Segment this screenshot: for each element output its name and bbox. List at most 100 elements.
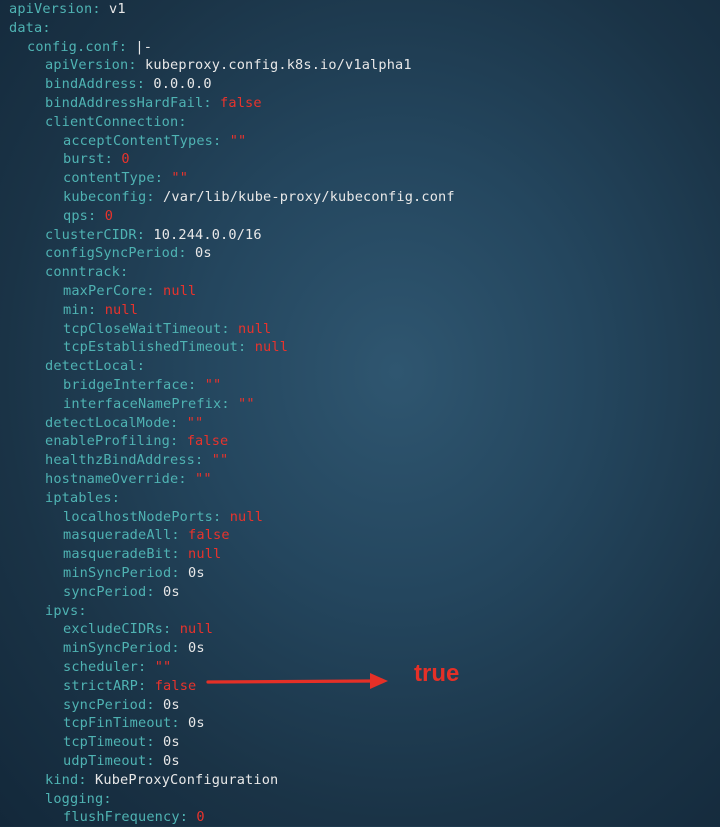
annotation-text: true — [414, 660, 460, 687]
annotation-arrow — [206, 670, 396, 694]
yaml-value: 0 — [196, 809, 205, 826]
yaml-key: interfaceNamePrefix — [63, 395, 222, 412]
yaml-colon: : — [163, 621, 172, 638]
yaml-value: false — [220, 95, 262, 111]
yaml-value: kubeproxy.config.k8s.io/v1alpha1 — [145, 57, 412, 74]
yaml-key: configSyncPeriod — [45, 245, 179, 262]
yaml-value: "" — [204, 377, 222, 393]
terminal-output: apiVersion: v1 data: config.conf: |- apiVer… — [0, 0, 720, 826]
yaml-line: kind: KubeProxyConfiguration — [45, 771, 278, 790]
yaml-colon: : — [138, 659, 147, 675]
yaml-line: iptables: — [45, 489, 120, 508]
yaml-value: false — [186, 433, 229, 450]
yaml-line: ipvs: — [45, 602, 87, 621]
yaml-colon: : — [136, 226, 146, 243]
yaml-colon: : — [195, 452, 204, 469]
yaml-line: qps: 0 — [63, 207, 113, 226]
yaml-key: conntrack — [45, 264, 121, 281]
yaml-value: "" — [229, 132, 247, 149]
yaml-colon: : — [171, 546, 180, 563]
yaml-key: syncPeriod — [63, 696, 147, 713]
yaml-key: scheduler — [63, 659, 139, 675]
yaml-colon: : — [170, 433, 179, 450]
yaml-key: excludeCIDRs — [63, 621, 164, 638]
yaml-key: flushFrequency — [63, 809, 180, 826]
yaml-line: configSyncPeriod: 0s — [45, 244, 212, 263]
yaml-line: localhostNodePorts: null — [63, 508, 263, 527]
yaml-value: 0s — [163, 734, 180, 751]
yaml-key: data — [9, 19, 43, 36]
yaml-colon: : — [146, 583, 155, 600]
yaml-value: KubeProxyConfiguration — [95, 771, 279, 788]
yaml-line: masqueradeBit: null — [63, 545, 221, 564]
yaml-key: tcpEstablishedTimeout — [63, 339, 239, 356]
yaml-value: "" — [171, 170, 189, 187]
yaml-key: clusterCIDR — [45, 226, 137, 243]
yaml-value: 0s — [188, 715, 205, 732]
yaml-line: syncPeriod: 0s — [63, 583, 180, 602]
yaml-key: bindAddress — [45, 76, 137, 93]
yaml-colon: : — [146, 753, 155, 769]
yaml-colon: : — [120, 264, 129, 281]
yaml-line: interfaceNamePrefix: "" — [63, 395, 255, 414]
yaml-line: scheduler: "" — [63, 658, 171, 677]
yaml-key: logging — [45, 790, 104, 807]
yaml-colon: : — [136, 358, 146, 375]
yaml-line: burst: 0 — [63, 150, 130, 169]
yaml-line: masqueradeAll: false — [63, 526, 230, 545]
yaml-key: syncPeriod — [63, 583, 147, 600]
yaml-value: "" — [186, 414, 204, 431]
yaml-colon: : — [221, 320, 230, 337]
yaml-value: "" — [195, 471, 212, 487]
yaml-key: masqueradeBit — [63, 546, 172, 563]
yaml-key: acceptContentTypes — [63, 132, 214, 149]
yaml-colon: : — [213, 132, 222, 149]
yaml-key: strictARP — [63, 677, 139, 694]
yaml-line: clientConnection: — [45, 113, 187, 132]
yaml-line: detectLocalMode: "" — [45, 414, 203, 433]
yaml-key: masqueradeAll — [63, 527, 172, 544]
yaml-colon: : — [178, 245, 187, 262]
yaml-value: 0s — [195, 245, 212, 262]
yaml-line: acceptContentTypes: "" — [63, 132, 246, 151]
yaml-line: excludeCIDRs: null — [63, 620, 213, 639]
yaml-colon: : — [111, 489, 121, 506]
yaml-colon: : — [104, 151, 114, 168]
yaml-colon: : — [170, 414, 179, 431]
yaml-colon: : — [88, 301, 97, 318]
yaml-key: udpTimeout — [63, 753, 147, 769]
yaml-line: healthzBindAddress: "" — [45, 451, 228, 470]
yaml-colon: : — [78, 602, 87, 619]
yaml-colon: : — [146, 696, 155, 713]
yaml-line: tcpTimeout: 0s — [63, 733, 180, 752]
yaml-value: "" — [154, 659, 172, 675]
yaml-value: "" — [211, 452, 229, 469]
yaml-colon: : — [92, 1, 101, 17]
yaml-line: maxPerCore: null — [63, 282, 196, 301]
yaml-key: kind — [45, 771, 79, 788]
yaml-colon: : — [146, 283, 155, 299]
yaml-line: flushFrequency: 0 — [63, 808, 205, 827]
yaml-value: null — [188, 546, 222, 563]
yaml-colon: : — [88, 207, 97, 224]
yaml-value: |- — [135, 38, 153, 55]
yaml-line: detectLocal: — [45, 357, 145, 376]
yaml-key: minSyncPeriod — [63, 640, 172, 657]
yaml-line: kubeconfig: /var/lib/kube-proxy/kubeconf… — [63, 188, 455, 207]
yaml-value: 10.244.0.0/16 — [153, 226, 262, 243]
yaml-line: data: — [9, 19, 51, 38]
yaml-colon: : — [154, 170, 164, 187]
yaml-line: minSyncPeriod: 0s — [63, 564, 205, 583]
yaml-value: null — [229, 508, 264, 525]
yaml-key: bridgeInterface — [63, 377, 189, 393]
yaml-key: bindAddressHardFail — [45, 95, 204, 111]
yaml-value: 0s — [163, 583, 180, 600]
yaml-colon: : — [178, 471, 187, 487]
yaml-colon: : — [146, 734, 155, 751]
yaml-colon: : — [188, 377, 197, 393]
yaml-colon: : — [171, 527, 180, 544]
yaml-key: min — [63, 301, 89, 318]
yaml-line: tcpCloseWaitTimeout: null — [63, 320, 271, 339]
yaml-key: qps — [63, 207, 89, 224]
yaml-colon: : — [146, 189, 155, 205]
